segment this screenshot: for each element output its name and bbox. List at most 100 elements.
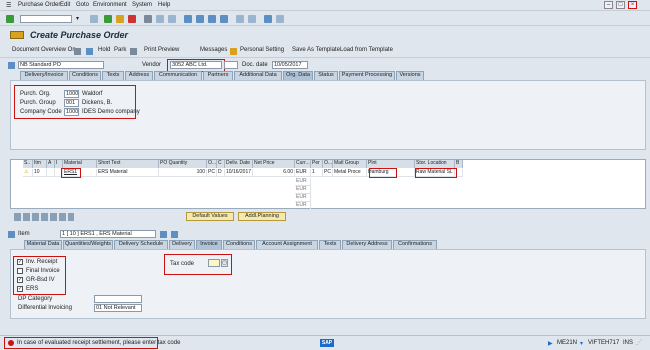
cell-currency-empty[interactable]: EUR <box>295 194 311 202</box>
cell-date-category[interactable]: D <box>217 169 225 177</box>
cell-delivery-date[interactable]: 10/16/2017 <box>225 169 253 177</box>
maximize-icon[interactable]: □ <box>616 1 625 9</box>
tab-item-texts[interactable]: Texts <box>319 240 341 249</box>
addl-planning-button[interactable]: Addl.Planning <box>238 212 286 221</box>
column-header-order-unit[interactable]: O... <box>207 160 217 168</box>
column-header-net-price[interactable]: Net Price <box>253 160 295 168</box>
other-po-icon[interactable] <box>130 48 137 55</box>
column-header-item-category[interactable]: I <box>55 160 63 168</box>
cell-account[interactable] <box>47 169 55 177</box>
collapse-item-icon[interactable] <box>8 231 15 238</box>
column-header-currency[interactable]: Curr... <box>295 160 311 168</box>
column-header-plant[interactable]: Plnt <box>367 160 415 168</box>
cell-currency-empty[interactable]: EUR <box>295 178 311 186</box>
tab-payment-processing[interactable]: Payment Processing <box>339 71 395 80</box>
sap-menu-icon[interactable]: ☰ <box>6 2 11 9</box>
help-icon[interactable] <box>264 15 272 23</box>
status-triangle-icon[interactable]: ▶ <box>548 340 553 347</box>
command-dropdown-icon[interactable]: ▾ <box>76 15 84 23</box>
cell-per[interactable]: 1 <box>311 169 323 177</box>
tab-additional-data[interactable]: Additional Data <box>234 71 282 80</box>
tab-conditions[interactable]: Conditions <box>69 71 101 80</box>
tab-texts[interactable]: Texts <box>102 71 124 80</box>
tab-delivery-schedule[interactable]: Delivery Schedule <box>114 240 168 249</box>
cell-currency-empty[interactable]: EUR <box>295 186 311 194</box>
column-header-po-quantity[interactable]: PO Quantity <box>159 160 207 168</box>
column-header-stor-location[interactable]: Stor. Location <box>415 160 455 168</box>
document-icon[interactable] <box>74 48 81 55</box>
menu-help[interactable]: Help <box>158 2 170 8</box>
menu-edit[interactable]: Edit <box>60 2 70 8</box>
personal-setting-button[interactable]: Personal Setting <box>240 47 284 53</box>
tab-item-conditions[interactable]: Conditions <box>223 240 255 249</box>
vendor-search-help[interactable] <box>224 61 238 69</box>
tab-address[interactable]: Address <box>125 71 153 80</box>
item-select[interactable]: 1 [ 10 ] ERS1 , ERS Material <box>60 230 156 238</box>
exit-icon[interactable] <box>116 15 124 23</box>
document-overview-button[interactable]: Document Overview On <box>12 47 76 53</box>
column-header-date-category[interactable]: C <box>217 160 225 168</box>
minimize-icon[interactable]: – <box>604 1 613 9</box>
tab-versions[interactable]: Versions <box>396 71 424 80</box>
column-header-short-text[interactable]: Short Text <box>97 160 159 168</box>
tab-account-assignment[interactable]: Account Assignment <box>256 240 318 249</box>
cell-matl-group[interactable]: Metal Proce <box>333 169 367 177</box>
column-header-status[interactable]: S.. <box>23 160 33 168</box>
column-header-batch[interactable]: B <box>455 160 463 168</box>
close-icon[interactable]: × <box>628 1 637 9</box>
previous-page-icon[interactable] <box>196 15 204 23</box>
column-header-material[interactable]: Material <box>63 160 97 168</box>
cell-item[interactable]: 10 <box>33 169 47 177</box>
command-field[interactable] <box>20 15 72 23</box>
menu-purchase-order[interactable]: Purchase Order <box>18 2 60 8</box>
save-icon[interactable] <box>90 15 98 23</box>
cell-po-quantity[interactable]: 100 <box>159 169 207 177</box>
cell-order-price-unit[interactable]: PC <box>323 169 333 177</box>
column-header-order-price-unit[interactable]: O... <box>323 160 333 168</box>
park-button[interactable]: Park <box>114 47 126 53</box>
enter-icon[interactable] <box>6 15 14 23</box>
item-navigation-icons[interactable] <box>160 231 178 238</box>
menu-environment[interactable]: Environment <box>93 2 127 8</box>
messages-button[interactable]: Messages <box>200 47 227 53</box>
cell-net-price[interactable]: 6.00 <box>253 169 295 177</box>
tab-invoice[interactable]: Invoice <box>196 240 222 249</box>
doc-date-input[interactable]: 10/05/2017 <box>272 61 308 69</box>
column-header-account[interactable]: A <box>47 160 55 168</box>
tab-delivery[interactable]: Delivery <box>169 240 195 249</box>
cell-short-text[interactable]: ERS Material <box>97 169 159 177</box>
column-header-delivery-date[interactable]: Deliv. Date <box>225 160 253 168</box>
hold-button[interactable]: Hold <box>98 47 110 53</box>
status-expand-icon[interactable]: ▾ <box>580 340 583 347</box>
column-header-matl-group[interactable]: Matl Group <box>333 160 367 168</box>
next-page-icon[interactable] <box>208 15 216 23</box>
find-icon[interactable] <box>156 15 164 23</box>
resize-grip-icon[interactable]: ⋰ <box>636 339 642 346</box>
tab-org-data[interactable]: Org. Data <box>283 71 313 80</box>
cell-currency-empty[interactable]: EUR <box>295 202 311 210</box>
tab-partners[interactable]: Partners <box>203 71 233 80</box>
cell-currency[interactable]: EUR <box>295 169 311 177</box>
back-icon[interactable] <box>104 15 112 23</box>
new-session-icon[interactable] <box>236 15 244 23</box>
default-values-button[interactable]: Default Values <box>186 212 234 221</box>
tab-delivery-invoice[interactable]: Delivery/Invoice <box>20 71 68 80</box>
column-header-item[interactable]: Itm <box>33 160 47 168</box>
print-icon[interactable] <box>144 15 152 23</box>
tab-status[interactable]: Status <box>314 71 338 80</box>
first-page-icon[interactable] <box>184 15 192 23</box>
menu-goto[interactable]: Goto <box>76 2 89 8</box>
check-icon[interactable] <box>86 48 93 55</box>
tab-communication[interactable]: Communication <box>154 71 202 80</box>
tab-quantities-weights[interactable]: Quantities/Weights <box>63 240 113 249</box>
cell-order-unit[interactable]: PC <box>207 169 217 177</box>
column-header-per[interactable]: Per <box>311 160 323 168</box>
tab-material-data[interactable]: Material Data <box>24 240 62 249</box>
grid-toolbar-icons[interactable] <box>14 213 74 221</box>
dp-category-select[interactable] <box>94 295 142 303</box>
tab-confirmations[interactable]: Confirmations <box>393 240 437 249</box>
document-type-select[interactable]: NB Standard PO <box>18 61 104 69</box>
differential-invoicing-select[interactable]: 01 Not Relevant <box>94 304 142 312</box>
layout-menu-icon[interactable] <box>276 15 284 23</box>
save-as-template-button[interactable]: Save As Template <box>292 47 340 53</box>
